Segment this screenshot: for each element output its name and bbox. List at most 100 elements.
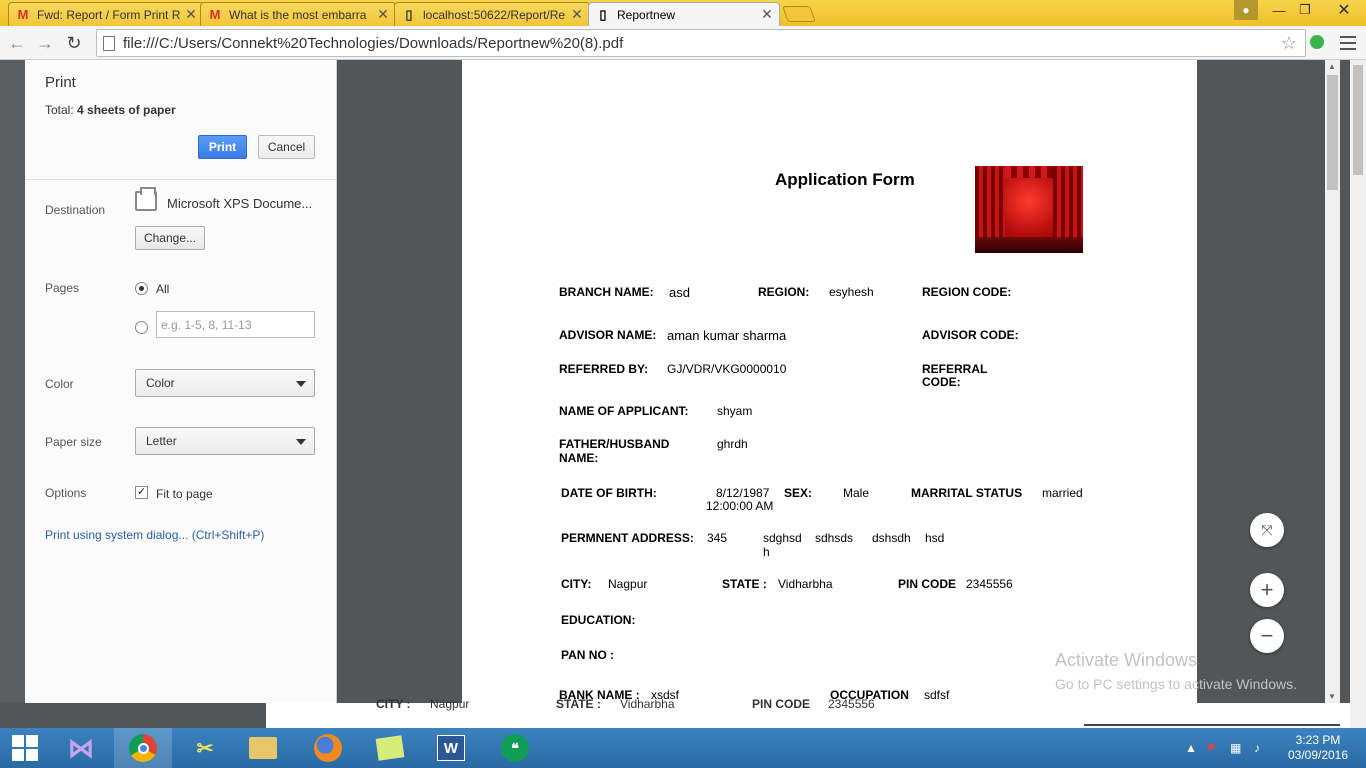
scroll-down-icon[interactable]: ▼ [1328,692,1336,701]
address-3: sdhsds [815,531,854,545]
zoom-in-icon[interactable]: + [1250,573,1284,607]
hangouts-icon: ❝ [501,734,529,762]
father-label-1: FATHER/HUSBAND [559,437,670,451]
pages-label: Pages [45,281,80,295]
address-5: hsd [925,531,945,545]
marital-label: MARRITAL STATUS [911,486,1023,500]
close-window-icon[interactable]: ✕ [1322,0,1366,20]
tab-gmail-fwd[interactable]: M Fwd: Report / Form Print R ✕ [8,2,204,26]
fit-page-icon[interactable]: ⤧ [1250,513,1284,547]
reload-icon[interactable]: ↻ [63,32,85,54]
chevron-down-icon [296,439,306,445]
taskbar-firefox[interactable] [299,728,357,768]
fit-to-page-label: Fit to page [156,487,213,501]
color-select[interactable]: Color [135,369,315,397]
branch-value: asd [669,285,690,300]
system-dialog-link[interactable]: Print using system dialog... (Ctrl+Shift… [45,528,264,542]
stage-curtain-image [975,166,1083,253]
options-label: Options [45,486,87,500]
region-code-label: REGION CODE: [922,285,1012,299]
action-center-flag-icon[interactable]: ⚑ [1206,728,1217,768]
close-icon[interactable]: ✕ [571,6,583,23]
menu-icon[interactable] [1340,34,1356,52]
folder-icon [249,737,277,759]
close-icon[interactable]: ✕ [377,6,389,23]
preview-scrollbar[interactable]: ▲ ▼ [1325,60,1340,703]
scroll-up-icon[interactable]: ▲ [1328,62,1336,71]
back-icon[interactable]: ← [6,32,28,54]
visual-studio-icon: ⋈ [68,732,94,763]
address-bar[interactable]: file:///C:/Users/Connekt%20Technologies/… [96,29,1306,57]
pages-all-radio[interactable] [135,282,148,295]
start-button[interactable] [0,728,50,768]
tab-gmail-embarrassing[interactable]: M What is the most embarra ✕ [200,2,396,26]
chrome-icon [129,734,157,762]
tray-chevron-icon[interactable]: ▲ [1185,728,1197,768]
tab-reportnew[interactable]: ▯ Reportnew ✕ [588,2,780,26]
taskbar-snipping-tool[interactable]: ✂ [176,728,234,768]
tab-localhost[interactable]: ▯ localhost:50622/Report/Re ✕ [394,2,590,26]
applicant-label: NAME OF APPLICANT: [559,404,689,418]
preview-page: Application Form BRANCH NAME: asd REGION… [462,60,1197,703]
occupation-value: sdfsf [924,688,950,702]
print-preview: Application Form BRANCH NAME: asd REGION… [337,60,1340,703]
scissors-icon: ✂ [196,737,214,760]
activate-windows-subtitle: Go to PC settings to activate Windows. [1055,676,1297,692]
under-pin-value: 2345556 [828,697,875,711]
paper-size-label: Paper size [45,435,102,449]
region-value: esyhesh [829,285,874,299]
star-icon[interactable]: ☆ [1281,33,1297,54]
scroll-thumb[interactable] [1353,65,1363,175]
underlying-page: CITY : Nagpur STATE : Vidharbha PIN CODE… [266,697,1082,728]
scroll-thumb[interactable] [1327,75,1338,190]
taskbar-visual-studio[interactable]: ⋈ [52,728,110,768]
new-tab-button[interactable] [782,6,816,22]
print-button[interactable]: Print [198,135,247,159]
pages-input[interactable]: e.g. 1-5, 8, 11-13 [156,311,315,338]
taskbar-word[interactable]: W [422,728,480,768]
network-icon[interactable]: ▦ [1230,728,1241,768]
page-icon [103,35,115,51]
dob-value: 8/12/1987 [716,486,770,500]
divider [25,179,336,180]
sex-value: Male [843,486,870,500]
color-label: Color [45,377,74,391]
system-clock[interactable]: 3:23 PM 03/09/2016 [1280,733,1356,763]
volume-icon[interactable]: ♪ [1254,728,1260,768]
tab-title: Fwd: Report / Form Print R [37,7,181,22]
pages-custom-radio[interactable] [135,321,148,334]
taskbar-file-explorer[interactable] [234,728,292,768]
cancel-button[interactable]: Cancel [258,135,315,159]
taskbar-chrome[interactable] [114,728,172,768]
referral-label-1: REFERRAL [922,362,988,376]
windows-icon [12,735,38,761]
education-label: EDUCATION: [561,613,636,627]
page-scrollbar[interactable] [1350,60,1366,728]
applicant-value: shyam [717,404,753,418]
minimize-icon[interactable]: — [1268,0,1290,20]
close-icon[interactable]: ✕ [185,6,197,23]
taskbar-hangouts[interactable]: ❝ [486,728,544,768]
paper-size-select[interactable]: Letter [135,427,315,455]
change-destination-button[interactable]: Change... [135,226,205,250]
activate-windows-title: Activate Windows [1055,650,1198,670]
paper-size-value: Letter [146,434,177,448]
restore-icon[interactable]: ❐ [1294,0,1316,20]
taskbar-sticky-notes[interactable] [361,728,419,768]
total-prefix: Total: [45,103,78,117]
close-icon[interactable]: ✕ [761,6,773,23]
fit-to-page-checkbox[interactable]: ✓ [135,486,148,499]
underlying-page-right [1082,703,1350,728]
city-label: CITY: [561,577,592,591]
state-value: Vidharbha [778,577,833,591]
user-icon[interactable]: ● [1234,0,1258,20]
pages-all-label: All [156,282,170,296]
forward-icon[interactable]: → [34,32,56,54]
referred-label: REFERRED BY: [559,362,649,376]
word-icon: W [437,735,465,761]
extension-icon[interactable] [1310,35,1324,49]
page-icon: ▯ [599,6,607,22]
father-value: ghrdh [717,437,748,451]
print-title: Print [45,74,76,91]
zoom-out-icon[interactable]: − [1250,619,1284,653]
